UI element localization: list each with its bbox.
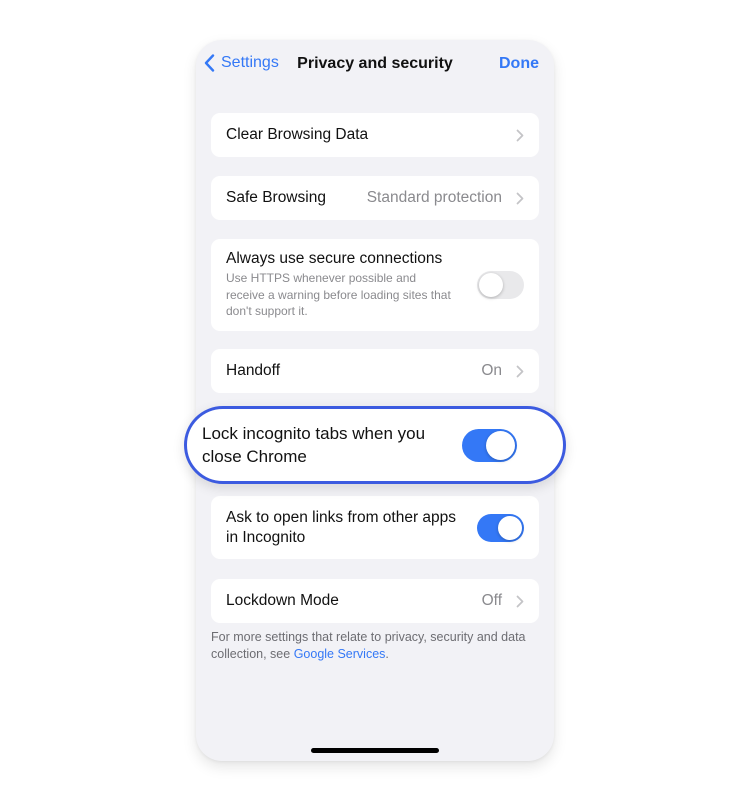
chevron-right-icon (516, 192, 524, 204)
home-indicator (311, 748, 439, 753)
row-description: Use HTTPS whenever possible and receive … (226, 271, 451, 319)
safe-browsing-row[interactable]: Safe Browsing Standard protection (211, 176, 539, 220)
lock-incognito-row-highlighted: Lock incognito tabs when you close Chrom… (184, 406, 566, 484)
toggle-knob (498, 515, 522, 540)
footer-note: For more settings that relate to privacy… (211, 629, 541, 663)
toggle-knob (486, 430, 515, 460)
row-label: Clear Browsing Data (226, 126, 369, 143)
row-value: Standard protection (366, 189, 502, 206)
lockdown-mode-row[interactable]: Lockdown Mode Off (211, 579, 539, 623)
row-label: Safe Browsing (226, 189, 326, 206)
row-label: Handoff (226, 362, 281, 379)
secure-connections-row: Always use secure connections Use HTTPS … (211, 239, 539, 331)
row-label: Lockdown Mode (226, 592, 339, 609)
ask-open-links-toggle[interactable] (477, 513, 524, 542)
row-value: On (481, 362, 502, 379)
footer-suffix: . (385, 647, 389, 661)
navigation-bar: Settings Privacy and security Done (196, 40, 554, 90)
clear-browsing-data-row[interactable]: Clear Browsing Data (211, 113, 539, 157)
lock-incognito-toggle[interactable] (462, 428, 517, 462)
row-label: Always use secure connections (226, 250, 443, 268)
done-button[interactable]: Done (499, 55, 539, 73)
row-label: Ask to open links from other apps in Inc… (226, 508, 457, 546)
ask-open-links-row: Ask to open links from other apps in Inc… (211, 496, 539, 559)
secure-connections-toggle[interactable] (477, 271, 524, 299)
chevron-right-icon (516, 595, 524, 607)
row-text: Always use secure connections Use HTTPS … (226, 250, 477, 320)
row-value: Off (481, 592, 502, 609)
chevron-right-icon (516, 129, 524, 141)
chevron-right-icon (516, 365, 524, 377)
toggle-knob (479, 273, 503, 297)
google-services-link[interactable]: Google Services (294, 647, 386, 661)
row-label: Lock incognito tabs when you close Chrom… (202, 424, 426, 466)
phone-screen: Settings Privacy and security Done Clear… (196, 40, 554, 761)
handoff-row[interactable]: Handoff On (211, 349, 539, 393)
